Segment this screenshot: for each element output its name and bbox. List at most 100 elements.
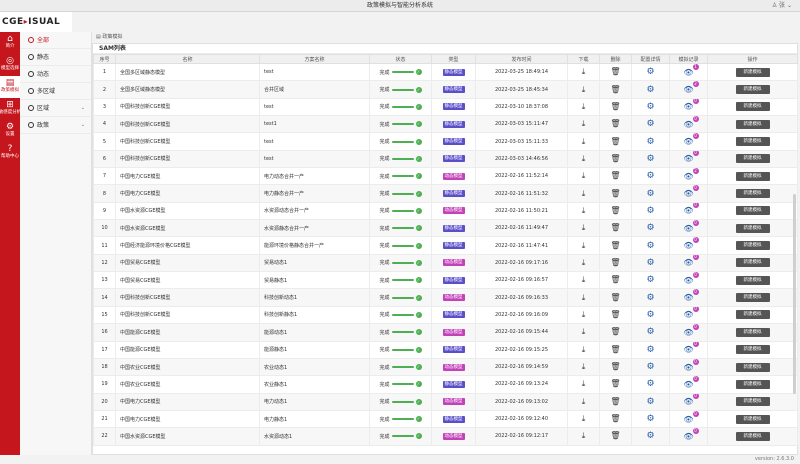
- download-icon[interactable]: ⤓: [582, 362, 586, 371]
- subnav-item-4[interactable]: 区域 ⌄: [20, 100, 91, 117]
- new-simulation-button[interactable]: 新建模拟: [735, 67, 770, 77]
- download-icon[interactable]: ⤓: [582, 379, 586, 388]
- gear-icon[interactable]: ⚙: [646, 362, 654, 372]
- gear-icon[interactable]: ⚙: [646, 137, 654, 147]
- new-simulation-button[interactable]: 新建模拟: [735, 206, 770, 216]
- download-icon[interactable]: ⤓: [582, 223, 586, 232]
- trash-icon[interactable]: 🗑: [610, 379, 620, 388]
- trash-icon[interactable]: 🗑: [610, 431, 620, 440]
- new-simulation-button[interactable]: 新建模拟: [735, 414, 770, 424]
- user-menu[interactable]: ♙ 张 ⌄: [772, 0, 792, 12]
- subnav-item-0[interactable]: 全部: [20, 32, 91, 49]
- new-simulation-button[interactable]: 新建模拟: [735, 310, 770, 320]
- rail-item-5[interactable]: ? 帮助中心: [0, 142, 20, 164]
- gear-icon[interactable]: ⚙: [646, 206, 654, 216]
- new-simulation-button[interactable]: 新建模拟: [735, 223, 770, 233]
- gear-icon[interactable]: ⚙: [646, 414, 654, 424]
- new-simulation-button[interactable]: 新建模拟: [735, 327, 770, 337]
- download-icon[interactable]: ⤓: [582, 345, 586, 354]
- trash-icon[interactable]: 🗑: [610, 119, 620, 128]
- trash-icon[interactable]: 🗑: [610, 171, 620, 180]
- download-icon[interactable]: ⤓: [582, 431, 586, 440]
- records-button[interactable]: 👁 0: [683, 394, 699, 406]
- trash-icon[interactable]: 🗑: [610, 241, 620, 250]
- new-simulation-button[interactable]: 新建模拟: [735, 171, 770, 181]
- new-simulation-button[interactable]: 新建模拟: [735, 189, 770, 199]
- records-button[interactable]: 👁 0: [683, 220, 699, 233]
- gear-icon[interactable]: ⚙: [646, 67, 654, 77]
- download-icon[interactable]: ⤓: [582, 119, 586, 128]
- records-button[interactable]: 👁 0: [683, 116, 699, 129]
- gear-icon[interactable]: ⚙: [646, 171, 654, 181]
- subnav-item-3[interactable]: 多区域: [20, 83, 91, 100]
- download-icon[interactable]: ⤓: [582, 414, 586, 423]
- download-icon[interactable]: ⤓: [582, 327, 586, 336]
- new-simulation-button[interactable]: 新建模拟: [735, 102, 770, 112]
- trash-icon[interactable]: 🗑: [610, 293, 620, 302]
- trash-icon[interactable]: 🗑: [610, 223, 620, 232]
- records-button[interactable]: 👁 0: [683, 237, 699, 250]
- gear-icon[interactable]: ⚙: [646, 310, 654, 320]
- trash-icon[interactable]: 🗑: [610, 275, 620, 284]
- download-icon[interactable]: ⤓: [582, 102, 586, 111]
- records-button[interactable]: 👁 0: [683, 342, 699, 354]
- download-icon[interactable]: ⤓: [582, 137, 586, 146]
- trash-icon[interactable]: 🗑: [610, 362, 620, 371]
- new-simulation-button[interactable]: 新建模拟: [735, 85, 770, 95]
- gear-icon[interactable]: ⚙: [646, 102, 654, 112]
- records-button[interactable]: 👁 0: [683, 151, 699, 163]
- rail-item-1[interactable]: ◎ 模型选择: [0, 54, 20, 76]
- download-icon[interactable]: ⤓: [582, 206, 586, 215]
- records-button[interactable]: 👁 0: [683, 185, 699, 198]
- gear-icon[interactable]: ⚙: [646, 379, 654, 389]
- trash-icon[interactable]: 🗑: [610, 154, 620, 163]
- records-button[interactable]: 👁 0: [683, 428, 699, 441]
- gear-icon[interactable]: ⚙: [646, 119, 654, 129]
- trash-icon[interactable]: 🗑: [610, 85, 620, 94]
- gear-icon[interactable]: ⚙: [646, 241, 654, 251]
- new-simulation-button[interactable]: 新建模拟: [735, 137, 770, 147]
- trash-icon[interactable]: 🗑: [610, 345, 620, 354]
- gear-icon[interactable]: ⚙: [646, 258, 654, 268]
- new-simulation-button[interactable]: 新建模拟: [735, 154, 770, 164]
- rail-item-3[interactable]: ⊞ 敏感度分析: [0, 98, 21, 120]
- gear-icon[interactable]: ⚙: [646, 397, 654, 407]
- records-button[interactable]: 👁 0: [683, 359, 699, 372]
- new-simulation-button[interactable]: 新建模拟: [735, 345, 770, 355]
- records-button[interactable]: 👁 0: [683, 99, 699, 111]
- rail-item-4[interactable]: ⚙ 设置: [0, 120, 20, 142]
- subnav-item-2[interactable]: 动态: [20, 66, 91, 83]
- new-simulation-button[interactable]: 新建模拟: [735, 397, 770, 407]
- records-button[interactable]: 👁 0: [683, 203, 699, 215]
- trash-icon[interactable]: 🗑: [610, 67, 620, 76]
- records-button[interactable]: 👁 0: [683, 411, 699, 424]
- trash-icon[interactable]: 🗑: [610, 414, 620, 423]
- trash-icon[interactable]: 🗑: [610, 327, 620, 336]
- download-icon[interactable]: ⤓: [582, 241, 586, 250]
- new-simulation-button[interactable]: 新建模拟: [735, 258, 770, 268]
- records-button[interactable]: 👁 2: [683, 81, 699, 94]
- trash-icon[interactable]: 🗑: [610, 397, 620, 406]
- download-icon[interactable]: ⤓: [582, 67, 586, 76]
- gear-icon[interactable]: ⚙: [646, 293, 654, 303]
- vertical-scrollbar[interactable]: [793, 194, 796, 394]
- records-button[interactable]: 👁 1: [683, 64, 699, 77]
- new-simulation-button[interactable]: 新建模拟: [735, 362, 770, 372]
- records-button[interactable]: 👁 0: [683, 255, 699, 267]
- download-icon[interactable]: ⤓: [582, 258, 586, 267]
- new-simulation-button[interactable]: 新建模拟: [735, 241, 770, 251]
- download-icon[interactable]: ⤓: [582, 293, 586, 302]
- records-button[interactable]: 👁 0: [683, 307, 699, 319]
- trash-icon[interactable]: 🗑: [610, 310, 620, 319]
- new-simulation-button[interactable]: 新建模拟: [735, 119, 770, 129]
- records-button[interactable]: 👁 0: [683, 324, 699, 337]
- rail-item-2[interactable]: ▤ 政策模拟: [0, 76, 20, 98]
- rail-item-0[interactable]: ⌂ 简介: [0, 32, 20, 54]
- gear-icon[interactable]: ⚙: [646, 154, 654, 164]
- new-simulation-button[interactable]: 新建模拟: [735, 379, 770, 389]
- download-icon[interactable]: ⤓: [582, 310, 586, 319]
- download-icon[interactable]: ⤓: [582, 397, 586, 406]
- gear-icon[interactable]: ⚙: [646, 345, 654, 355]
- trash-icon[interactable]: 🗑: [610, 102, 620, 111]
- records-button[interactable]: 👁 0: [683, 289, 699, 302]
